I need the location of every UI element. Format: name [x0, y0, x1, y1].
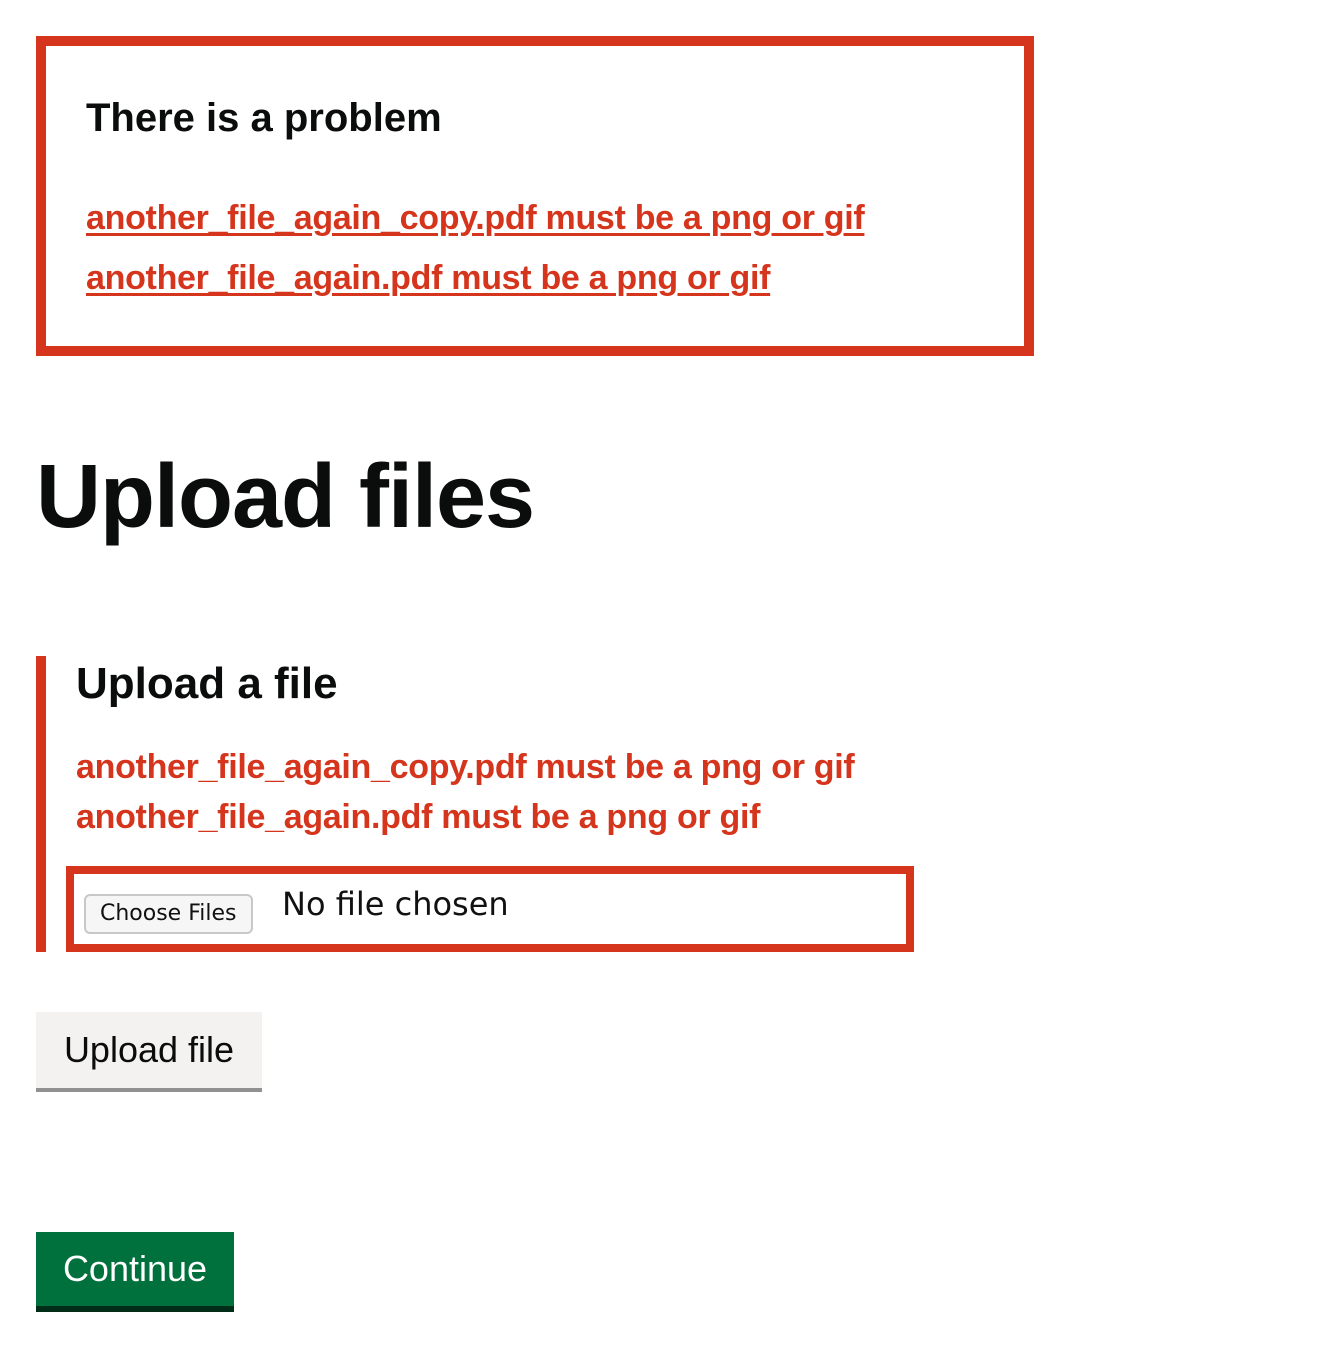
error-summary-link[interactable]: another_file_again.pdf must be a png or …	[86, 259, 770, 297]
error-summary-item: another_file_again_copy.pdf must be a pn…	[86, 198, 865, 258]
error-summary-item: another_file_again.pdf must be a png or …	[86, 258, 864, 318]
error-summary-link[interactable]: another_file_again_copy.pdf must be a pn…	[86, 199, 865, 237]
error-summary: There is a problem another_file_again_co…	[36, 36, 1034, 356]
upload-file-button[interactable]: Upload file	[36, 1012, 262, 1092]
error-summary-title: There is a problem	[86, 96, 442, 140]
field-error-message: another_file_again_copy.pdf must be a pn…	[76, 748, 855, 786]
file-status-text: No file chosen	[282, 885, 509, 923]
continue-button[interactable]: Continue	[36, 1232, 234, 1312]
upload-field-label: Upload a file	[76, 659, 338, 708]
upload-form-group: Upload a file another_file_again_copy.pd…	[36, 656, 936, 952]
file-input[interactable]: Choose Files No file chosen	[66, 866, 914, 952]
field-error-messages: another_file_again_copy.pdf must be a pn…	[76, 742, 855, 842]
error-summary-list: another_file_again_copy.pdf must be a pn…	[86, 198, 865, 318]
choose-files-button[interactable]: Choose Files	[84, 894, 253, 934]
page-title: Upload files	[36, 447, 535, 547]
field-error-message: another_file_again.pdf must be a png or …	[76, 798, 761, 836]
